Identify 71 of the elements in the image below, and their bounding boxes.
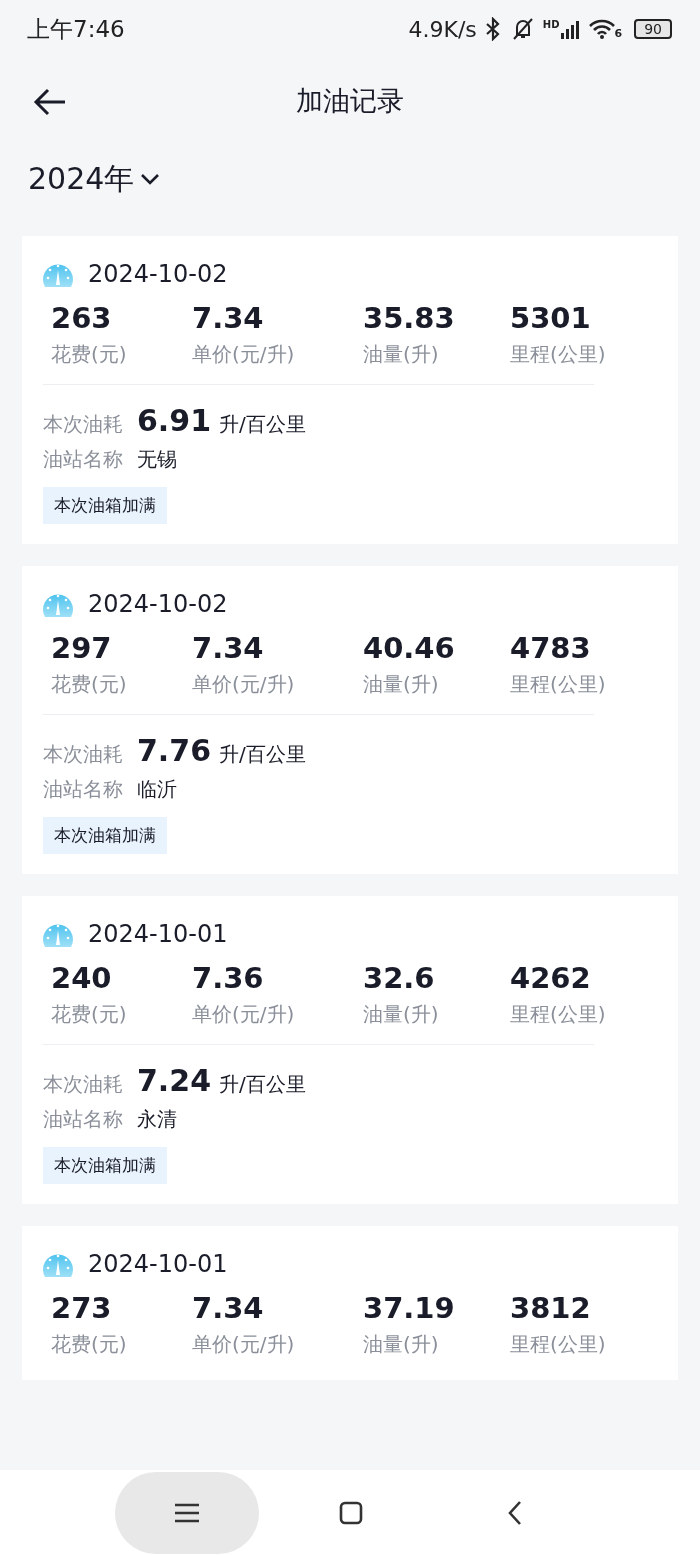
wifi-icon — [588, 18, 615, 40]
stat-label: 单价(元/升) — [192, 1331, 296, 1358]
stat-value: 4262 — [510, 960, 592, 997]
chevron-down-icon — [140, 173, 161, 185]
network-speed: 4.9K/s — [408, 16, 477, 42]
stat-label: 里程(公里) — [510, 341, 607, 368]
stat-value: 7.34 — [192, 300, 265, 337]
stat-label: 里程(公里) — [510, 671, 607, 698]
stat-value: 5301 — [510, 300, 592, 337]
stat-value: 7.36 — [192, 960, 265, 997]
consumption-value: 6.91 — [137, 403, 212, 438]
stat-value: 37.19 — [363, 1290, 456, 1327]
back-arrow-icon — [33, 88, 67, 116]
stat-value: 3812 — [510, 1290, 592, 1327]
station-label: 油站名称 — [43, 776, 123, 803]
consumption-unit: 升/百公里 — [219, 1071, 306, 1098]
stat-value: 240 — [51, 960, 113, 997]
square-icon — [339, 1500, 363, 1525]
stat-label: 花费(元) — [51, 671, 128, 698]
stat-label: 油量(升) — [363, 341, 440, 368]
stat-value: 263 — [51, 300, 113, 337]
consumption-value: 7.76 — [137, 733, 212, 768]
consumption-label: 本次油耗 — [43, 1071, 123, 1098]
stat-value: 32.6 — [363, 960, 436, 997]
wifi-label: 6 — [614, 27, 623, 40]
stat-label: 油量(升) — [363, 1331, 440, 1358]
stat-label: 里程(公里) — [510, 1001, 607, 1028]
stat-label: 油量(升) — [363, 1001, 440, 1028]
stat-value: 35.83 — [363, 300, 456, 337]
consumption-label: 本次油耗 — [43, 741, 123, 768]
station-name: 临沂 — [137, 776, 177, 803]
stat-value: 273 — [51, 1290, 113, 1327]
record-date: 2024-10-01 — [88, 1250, 228, 1278]
stat-label: 花费(元) — [51, 1331, 128, 1358]
record-date: 2024-10-01 — [88, 920, 228, 948]
station-label: 油站名称 — [43, 446, 123, 473]
full-tank-tag: 本次油箱加满 — [43, 1147, 167, 1184]
stat-value: 7.34 — [192, 630, 265, 667]
year-selector[interactable]: 2024年 — [28, 158, 161, 200]
record-date: 2024-10-02 — [88, 260, 228, 288]
hd-label: HD — [542, 19, 560, 30]
chevron-left-icon — [507, 1499, 523, 1526]
station-label: 油站名称 — [43, 1106, 123, 1133]
station-name: 无锡 — [137, 446, 177, 473]
stat-value: 7.34 — [192, 1290, 265, 1327]
stat-label: 单价(元/升) — [192, 1001, 296, 1028]
record-date: 2024-10-02 — [88, 590, 228, 618]
page-title: 加油记录 — [296, 84, 404, 118]
consumption-label: 本次油耗 — [43, 411, 123, 438]
stat-value: 40.46 — [363, 630, 456, 667]
stat-label: 里程(公里) — [510, 1331, 607, 1358]
record-card[interactable]: 2024-10-01 240 花费(元) 7.36 单价(元/升) 32.6 油量(升) 4262 里程(公里) 本次油耗 7.24 升/百公里 油站名称 永清 本次油箱加满 — [22, 896, 678, 1204]
stat-value: 297 — [51, 630, 113, 667]
record-card[interactable]: 2024-10-02 297 花费(元) 7.34 单价(元/升) 40.46 油量(升) 4783 里程(公里) 本次油耗 7.76 升/百公里 油站名称 临沂 本次油箱加满 — [22, 566, 678, 874]
stat-label: 花费(元) — [51, 1001, 128, 1028]
record-card[interactable]: 2024-10-01 273 花费(元) 7.34 单价(元/升) 37.19 油量(升) 3812 里程(公里) — [22, 1226, 678, 1380]
full-tank-tag: 本次油箱加满 — [43, 487, 167, 524]
consumption-unit: 升/百公里 — [219, 741, 306, 768]
consumption-unit: 升/百公里 — [219, 411, 306, 438]
stat-label: 花费(元) — [51, 341, 128, 368]
record-card[interactable]: 2024-10-02 263 花费(元) 7.34 单价(元/升) 35.83 油量(升) 5301 里程(公里) 本次油耗 6.91 升/百公里 油站名称 无锡 本次油箱加满 — [22, 236, 678, 544]
stat-label: 油量(升) — [363, 671, 440, 698]
battery-indicator: 90 — [634, 19, 672, 39]
stat-value: 4783 — [510, 630, 592, 667]
consumption-value: 7.24 — [137, 1063, 212, 1098]
menu-icon — [174, 1501, 200, 1524]
station-name: 永清 — [137, 1106, 177, 1133]
status-time: 上午7:46 — [27, 14, 126, 44]
full-tank-tag: 本次油箱加满 — [43, 817, 167, 854]
stat-label: 单价(元/升) — [192, 341, 296, 368]
stat-label: 单价(元/升) — [192, 671, 296, 698]
